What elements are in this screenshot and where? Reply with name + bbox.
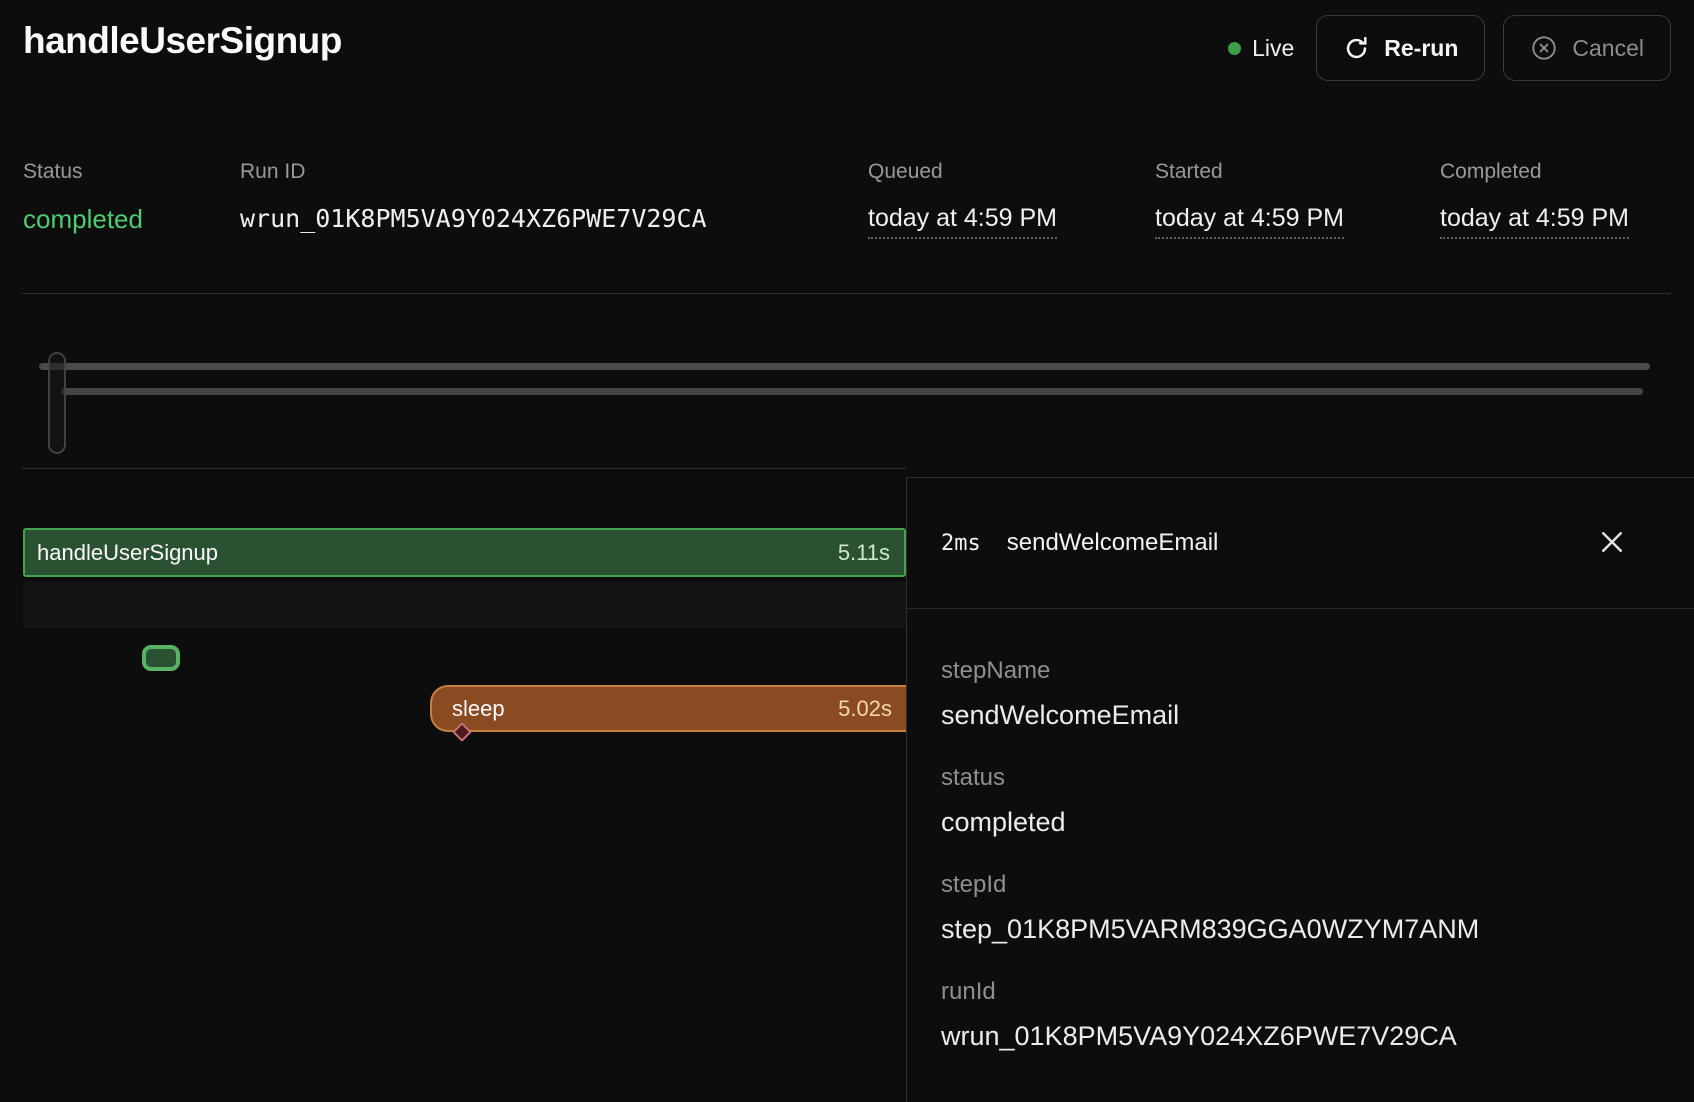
cancel-button[interactable]: Cancel (1503, 15, 1671, 81)
panel-header: 2ms sendWelcomeEmail (907, 478, 1694, 609)
span-sleep-duration: 5.02s (838, 696, 892, 722)
started-label: Started (1155, 160, 1344, 184)
close-button[interactable] (1592, 523, 1632, 563)
completed-label: Completed (1440, 160, 1629, 184)
run-id-label: Run ID (240, 160, 707, 184)
run-id-value: wrun_01K8PM5VA9Y024XZ6PWE7V29CA (240, 204, 707, 233)
field-label: status (941, 764, 1660, 792)
completed-value[interactable]: today at 4:59 PM (1440, 204, 1629, 239)
field-step-id: stepId step_01K8PM5VARM839GGA0WZYM7ANM (941, 871, 1660, 945)
refresh-icon (1343, 35, 1370, 62)
header-divider (22, 293, 1671, 294)
cancel-circle-x-icon (1530, 34, 1558, 62)
span-root-duration: 5.11s (838, 540, 890, 566)
field-run-id: runId wrun_01K8PM5VA9Y024XZ6PWE7V29CA (941, 978, 1660, 1052)
page-title: handleUserSignup (23, 20, 342, 62)
run-detail-page: handleUserSignup Live Re-run Cancel (0, 0, 1694, 1102)
started-value[interactable]: today at 4:59 PM (1155, 204, 1344, 239)
span-root-label: handleUserSignup (37, 540, 218, 566)
close-icon (1597, 527, 1627, 560)
field-label: runId (941, 978, 1660, 1006)
step-details-panel: 2ms sendWelcomeEmail stepName sendWelcom… (906, 477, 1694, 1102)
selected-row-highlight (23, 581, 906, 628)
queued-label: Queued (868, 160, 1057, 184)
queued-value[interactable]: today at 4:59 PM (868, 204, 1057, 239)
status-label: Status (23, 160, 143, 184)
field-label: stepName (941, 657, 1660, 685)
cancel-label: Cancel (1572, 35, 1644, 62)
timeline-divider (22, 468, 906, 469)
field-value: step_01K8PM5VARM839GGA0WZYM7ANM (941, 914, 1660, 945)
panel-body: stepName sendWelcomeEmail status complet… (907, 609, 1694, 1052)
field-status: status completed (941, 764, 1660, 838)
field-value: wrun_01K8PM5VA9Y024XZ6PWE7V29CA (941, 1021, 1660, 1052)
status-value: completed (23, 204, 143, 235)
panel-step-title: sendWelcomeEmail (1007, 529, 1219, 557)
step-marker-pill[interactable] (142, 645, 180, 671)
meta-queued: Queued today at 4:59 PM (868, 160, 1057, 239)
live-label: Live (1252, 35, 1294, 62)
minimap-track-root (39, 363, 1650, 370)
span-bar-sleep[interactable]: sleep 5.02s (430, 685, 906, 732)
span-bar-root[interactable]: handleUserSignup 5.11s (23, 528, 906, 577)
field-step-name: stepName sendWelcomeEmail (941, 657, 1660, 731)
panel-step-duration: 2ms (941, 531, 981, 556)
live-dot-icon (1228, 42, 1241, 55)
minimap-scrub-handle[interactable] (48, 352, 66, 454)
minimap-track-sleep (61, 388, 1643, 395)
span-sleep-label: sleep (452, 696, 505, 722)
live-indicator: Live (1228, 35, 1294, 62)
meta-started: Started today at 4:59 PM (1155, 160, 1344, 239)
rerun-button[interactable]: Re-run (1316, 15, 1485, 81)
meta-run-id: Run ID wrun_01K8PM5VA9Y024XZ6PWE7V29CA (240, 160, 707, 233)
field-value: completed (941, 807, 1660, 838)
meta-status: Status completed (23, 160, 143, 235)
rerun-label: Re-run (1384, 35, 1458, 62)
header-actions: Live Re-run Cancel (1228, 14, 1671, 82)
meta-completed: Completed today at 4:59 PM (1440, 160, 1629, 239)
field-value: sendWelcomeEmail (941, 700, 1660, 731)
field-label: stepId (941, 871, 1660, 899)
